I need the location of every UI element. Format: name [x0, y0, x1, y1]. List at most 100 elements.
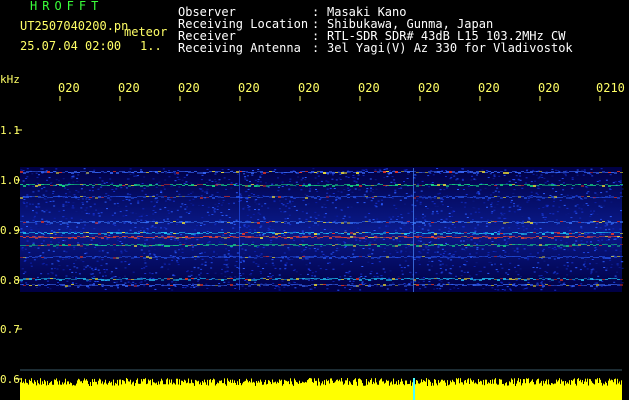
noise-speckle — [37, 182, 39, 184]
carrier-line — [119, 245, 122, 246]
noise-speckle — [287, 247, 290, 249]
carrier-line — [161, 222, 164, 223]
carrier-line — [392, 185, 395, 186]
carrier-line — [515, 237, 518, 238]
carrier-line — [461, 221, 464, 222]
noise-speckle — [389, 170, 391, 172]
noise-speckle — [67, 246, 70, 248]
carrier-line — [350, 171, 353, 172]
carrier-line — [464, 245, 467, 246]
carrier-line — [110, 232, 113, 234]
carrier-line — [599, 256, 602, 257]
carrier-line — [563, 185, 566, 186]
noise-speckle — [581, 211, 584, 213]
level-bar-segment — [225, 384, 226, 400]
noise-speckle — [417, 240, 420, 242]
carrier-line — [551, 256, 554, 257]
noise-speckle — [48, 177, 51, 179]
carrier-line — [377, 278, 380, 279]
level-bar-segment — [211, 382, 212, 400]
level-bar-segment — [206, 384, 207, 400]
carrier-line — [440, 279, 443, 280]
noise-speckle — [489, 261, 492, 263]
carrier-line — [536, 279, 539, 280]
noise-speckle — [24, 248, 27, 250]
carrier-line — [53, 245, 56, 247]
carrier-line — [425, 172, 428, 173]
carrier-line — [218, 279, 221, 280]
carrier-line — [281, 284, 284, 286]
noise-speckle — [65, 201, 68, 203]
noise-speckle — [84, 253, 87, 255]
noise-speckle — [404, 260, 407, 262]
noise-speckle — [295, 271, 298, 273]
noise-speckle — [498, 217, 501, 219]
noise-speckle — [308, 269, 310, 271]
noise-speckle — [451, 223, 454, 225]
carrier-line — [467, 172, 470, 173]
carrier-line — [47, 237, 50, 238]
noise-speckle — [408, 245, 410, 247]
carrier-line — [254, 245, 257, 247]
carrier-line — [374, 221, 377, 223]
noise-speckle — [31, 203, 34, 205]
carrier-line — [56, 184, 59, 185]
carrier-line — [116, 257, 119, 259]
carrier-line — [587, 196, 590, 197]
noise-speckle — [120, 252, 123, 254]
noise-speckle — [418, 226, 421, 228]
noise-speckle — [89, 266, 92, 268]
carrier-line — [44, 245, 47, 246]
carrier-line — [335, 232, 338, 233]
level-bar-segment — [50, 382, 51, 400]
carrier-line — [608, 278, 611, 279]
noise-speckle — [558, 180, 561, 182]
carrier-line — [491, 184, 494, 185]
noise-speckle — [21, 268, 24, 270]
carrier-line — [365, 245, 368, 246]
carrier-line — [446, 185, 449, 187]
noise-speckle — [595, 263, 598, 264]
carrier-line — [329, 232, 332, 233]
noise-speckle — [80, 231, 82, 233]
carrier-line — [536, 233, 539, 234]
noise-speckle — [591, 259, 594, 260]
carrier-line — [605, 236, 608, 237]
carrier-line — [596, 237, 599, 238]
carrier-line — [566, 233, 569, 235]
carrier-line — [488, 222, 491, 223]
noise-speckle — [337, 190, 340, 192]
carrier-line — [455, 237, 458, 238]
noise-speckle — [433, 288, 436, 290]
carrier-line — [152, 285, 155, 286]
noise-speckle — [399, 227, 402, 229]
level-bar-segment — [357, 385, 358, 400]
noise-speckle — [94, 248, 97, 250]
noise-speckle — [284, 222, 287, 224]
carrier-line — [131, 172, 134, 173]
noise-speckle — [496, 204, 499, 205]
noise-speckle — [80, 219, 83, 221]
carrier-line — [416, 278, 419, 279]
carrier-line — [245, 236, 248, 238]
noise-speckle — [288, 249, 291, 251]
carrier-line — [38, 196, 41, 198]
noise-speckle — [544, 182, 547, 184]
noise-speckle — [190, 271, 193, 272]
noise-speckle — [288, 282, 291, 284]
noise-speckle — [333, 188, 336, 189]
noise-speckle — [441, 271, 444, 273]
carrier-line — [293, 256, 296, 258]
carrier-line — [455, 184, 458, 185]
noise-speckle — [303, 257, 306, 259]
noise-speckle — [117, 205, 120, 207]
carrier-line — [344, 237, 347, 238]
carrier-line — [374, 185, 377, 186]
noise-speckle — [280, 203, 283, 205]
noise-speckle — [301, 259, 304, 261]
noise-speckle — [342, 241, 345, 243]
carrier-line — [254, 279, 257, 281]
noise-speckle — [587, 252, 590, 253]
noise-speckle — [487, 199, 490, 201]
noise-speckle — [120, 250, 123, 252]
